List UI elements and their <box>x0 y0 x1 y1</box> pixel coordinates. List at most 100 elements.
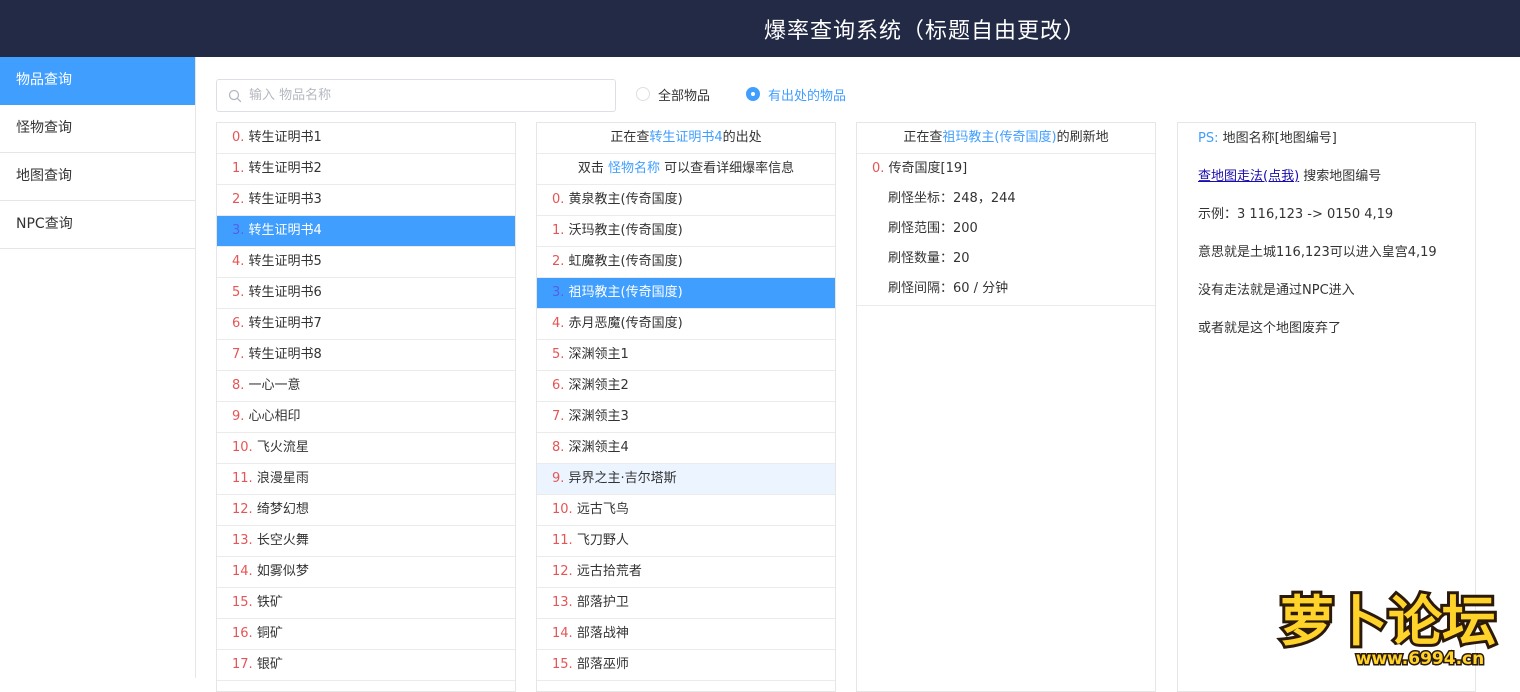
item-row[interactable]: 11. 浪漫星雨 <box>217 464 515 495</box>
monster-row[interactable]: 15. 部落巫师 <box>537 650 835 681</box>
row-name: 银矿 <box>252 657 283 672</box>
item-row[interactable]: 7. 转生证明书8 <box>217 340 515 371</box>
item-row[interactable]: 13. 长空火舞 <box>217 526 515 557</box>
monster-row[interactable]: 14. 部落战神 <box>537 619 835 650</box>
monster-row[interactable]: 8. 深渊领主4 <box>537 433 835 464</box>
row-name: 转生证明书3 <box>244 192 322 207</box>
item-row[interactable]: 9. 心心相印 <box>217 402 515 433</box>
map-name: 0. 传奇国度[19] <box>857 154 1155 184</box>
row-name: 转生证明书1 <box>244 130 322 145</box>
item-row[interactable]: 6. 转生证明书7 <box>217 309 515 340</box>
monster-list: 0. 黄泉教主(传奇国度) 1. 沃玛教主(传奇国度) 2. 虹魔教主(传奇国度) 3… <box>537 185 835 681</box>
item-row[interactable]: 2. 转生证明书3 <box>217 185 515 216</box>
monster-row[interactable]: 3. 祖玛教主(传奇国度) <box>537 278 835 309</box>
row-name: 远古飞鸟 <box>572 502 629 517</box>
monster-row[interactable]: 9. 异界之主·吉尔塔斯 <box>537 464 835 495</box>
row-name: 黄泉教主(传奇国度) <box>564 192 683 207</box>
row-index: 9. <box>552 471 565 486</box>
row-index: 11. <box>552 533 573 548</box>
sidebar-item-maps[interactable]: 地图查询 <box>0 153 195 201</box>
monster-row[interactable]: 10. 远古飞鸟 <box>537 495 835 526</box>
map-panel: 正在查祖玛教主(传奇国度)的刷新地 0. 传奇国度[19] 刷怪坐标：248，2… <box>856 122 1156 692</box>
row-index: 17. <box>232 657 253 672</box>
map-name-text: 传奇国度[19] <box>888 161 968 176</box>
map-path-line: 查地图走法(点我) 搜索地图编号 <box>1198 167 1475 205</box>
row-index: 1. <box>552 223 565 238</box>
item-row[interactable]: 17. 银矿 <box>217 650 515 681</box>
row-name: 部落护卫 <box>572 595 629 610</box>
row-index: 5. <box>552 347 565 362</box>
heading-prefix: 正在查 <box>610 130 650 145</box>
search-box <box>216 79 616 112</box>
monster-row[interactable]: 11. 飞刀野人 <box>537 526 835 557</box>
radio-circle <box>636 87 650 101</box>
monster-row[interactable]: 0. 黄泉教主(传奇国度) <box>537 185 835 216</box>
row-index: 7. <box>232 347 245 362</box>
row-name: 转生证明书7 <box>244 316 322 331</box>
monster-row[interactable]: 6. 深渊领主2 <box>537 371 835 402</box>
radio-items-with-source[interactable]: 有出处的物品 <box>746 86 847 104</box>
item-row[interactable]: 3. 转生证明书4 <box>217 216 515 247</box>
map-entry[interactable]: 0. 传奇国度[19] 刷怪坐标：248，244 刷怪范围：200 刷怪数量：2… <box>857 154 1155 306</box>
item-row[interactable]: 1. 转生证明书2 <box>217 154 515 185</box>
sidebar-item-npc[interactable]: NPC查询 <box>0 201 195 249</box>
row-name: 飞刀野人 <box>572 533 629 548</box>
row-index: 6. <box>232 316 245 331</box>
source-panel: 正在查转生证明书4的出处 双击 怪物名称 可以查看详细爆率信息 0. 黄泉教主(… <box>536 122 836 692</box>
monster-row[interactable]: 12. 远古拾荒者 <box>537 557 835 588</box>
sidebar-item-items[interactable]: 物品查询 <box>0 57 195 105</box>
item-row[interactable]: 0. 转生证明书1 <box>217 123 515 154</box>
row-name: 赤月恶魔(传奇国度) <box>564 316 683 331</box>
row-name: 转生证明书8 <box>244 347 322 362</box>
item-row[interactable]: 10. 飞火流星 <box>217 433 515 464</box>
search-input[interactable] <box>249 80 609 111</box>
item-row[interactable]: 14. 如雾似梦 <box>217 557 515 588</box>
map-count: 刷怪数量：20 <box>888 251 970 266</box>
item-row[interactable]: 15. 铁矿 <box>217 588 515 619</box>
items-panel: 0. 转生证明书1 1. 转生证明书2 2. 转生证明书3 3. 转生证明书4 4. 转… <box>216 122 516 692</box>
monster-row[interactable]: 1. 沃玛教主(传奇国度) <box>537 216 835 247</box>
row-name: 浪漫星雨 <box>252 471 309 486</box>
monster-row[interactable]: 7. 深渊领主3 <box>537 402 835 433</box>
map-path-link[interactable]: 查地图走法(点我) <box>1198 169 1299 184</box>
row-index: 2. <box>232 192 245 207</box>
row-name: 异界之主·吉尔塔斯 <box>564 471 677 486</box>
monster-row[interactable]: 2. 虹魔教主(传奇国度) <box>537 247 835 278</box>
monster-row[interactable]: 4. 赤月恶魔(传奇国度) <box>537 309 835 340</box>
sidebar-item-monsters[interactable]: 怪物查询 <box>0 105 195 153</box>
radio-all-items[interactable]: 全部物品 <box>636 86 710 104</box>
row-name: 沃玛教主(传奇国度) <box>564 223 683 238</box>
monster-row[interactable]: 5. 深渊领主1 <box>537 340 835 371</box>
watermark-url: www.6994.cn <box>1356 649 1484 669</box>
row-index: 13. <box>232 533 253 548</box>
row-index: 15. <box>232 595 253 610</box>
row-name: 心心相印 <box>244 409 301 424</box>
row-index: 8. <box>232 378 245 393</box>
row-name: 绮梦幻想 <box>252 502 309 517</box>
row-name: 飞火流星 <box>252 440 309 455</box>
radio-label: 有出处的物品 <box>768 88 847 104</box>
heading-prefix: 正在查 <box>903 130 943 145</box>
ps-line: PS: 地图名称[地图编号] <box>1198 129 1475 167</box>
item-row[interactable]: 16. 铜矿 <box>217 619 515 650</box>
monster-row[interactable]: 13. 部落护卫 <box>537 588 835 619</box>
map-coord: 刷怪坐标：248，244 <box>888 191 1016 206</box>
row-index: 0. <box>232 130 245 145</box>
row-index: 8. <box>552 440 565 455</box>
row-name: 部落战神 <box>572 626 629 641</box>
app-header: 爆率查询系统（标题自由更改） <box>0 0 1520 57</box>
row-name: 长空火舞 <box>252 533 309 548</box>
source-hint: 双击 怪物名称 可以查看详细爆率信息 <box>537 154 835 185</box>
row-index: 11. <box>232 471 253 486</box>
item-row[interactable]: 4. 转生证明书5 <box>217 247 515 278</box>
row-name: 深渊领主2 <box>564 378 629 393</box>
watermark-logo: 萝卜论坛 www.6994.cn <box>1277 587 1499 670</box>
item-row[interactable]: 8. 一心一意 <box>217 371 515 402</box>
row-index: 6. <box>552 378 565 393</box>
row-index: 13. <box>552 595 573 610</box>
item-row[interactable]: 5. 转生证明书6 <box>217 278 515 309</box>
row-name: 祖玛教主(传奇国度) <box>564 285 683 300</box>
item-row[interactable]: 12. 绮梦幻想 <box>217 495 515 526</box>
row-index: 5. <box>232 285 245 300</box>
hint-prefix: 双击 <box>577 161 608 176</box>
